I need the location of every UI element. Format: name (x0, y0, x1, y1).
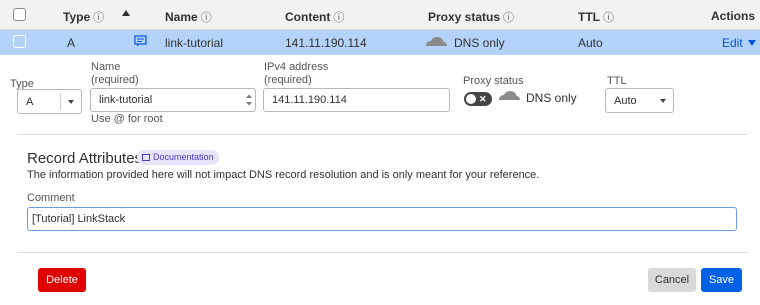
attributes-description: The information provided here will not i… (27, 169, 540, 181)
info-icon: ⓘ (603, 12, 614, 24)
documentation-badge[interactable]: Documentation (137, 150, 219, 165)
info-icon: ⓘ (93, 12, 105, 24)
row-checkbox[interactable] (13, 35, 26, 48)
sort-asc-icon[interactable] (121, 7, 131, 21)
ipv4-input[interactable]: 141.11.190.114 (263, 88, 450, 112)
type-select[interactable]: A (17, 89, 82, 114)
column-name[interactable]: Name ⓘ (165, 9, 212, 25)
section-divider (17, 134, 748, 135)
toggle-knob (466, 94, 476, 104)
row-proxy-status: DNS only (454, 36, 505, 50)
ipv4-required: (required) (264, 74, 312, 86)
column-actions: Actions (711, 9, 756, 23)
comment-label: Comment (27, 192, 75, 204)
comment-input[interactable]: [Tutorial] LinkStack (27, 207, 737, 231)
row-type: A (67, 36, 76, 50)
ttl-select[interactable]: Auto (605, 88, 674, 113)
book-icon (142, 154, 150, 161)
ipv4-input-value: 141.11.190.114 (272, 94, 347, 106)
chevron-down-icon (660, 99, 666, 103)
caret-down-icon (748, 40, 757, 46)
info-icon: ⓘ (200, 12, 212, 24)
stepper-icon[interactable] (245, 93, 253, 110)
comment-icon[interactable] (134, 35, 147, 50)
column-ttl[interactable]: TTL ⓘ (578, 9, 614, 25)
column-type[interactable]: Type ⓘ (63, 9, 104, 25)
table-header: Type ⓘ Name ⓘ Content ⓘ Proxy status ⓘ TTL ⓘ … (0, 0, 760, 30)
proxy-status-label: Proxy status (463, 75, 524, 87)
cloud-gray-icon (423, 34, 449, 51)
comment-input-value: [Tutorial] LinkStack (32, 213, 126, 225)
proxy-toggle[interactable]: ✕ (464, 92, 492, 106)
footer-divider (17, 252, 748, 253)
column-content[interactable]: Content ⓘ (285, 9, 344, 25)
save-button[interactable]: Save (701, 268, 742, 292)
ttl-label: TTL (607, 75, 627, 87)
delete-button[interactable]: Delete (38, 268, 86, 292)
record-attributes-title: Record Attributes (27, 150, 143, 167)
info-icon: ⓘ (333, 12, 345, 24)
name-hint: Use @ for root (91, 113, 163, 125)
cloud-gray-icon (496, 88, 522, 105)
select-all-checkbox[interactable] (13, 8, 26, 21)
row-content: 141.11.190.114 (285, 36, 367, 50)
chevron-down-icon (68, 100, 74, 104)
select-divider (60, 93, 61, 110)
ttl-select-value: Auto (614, 94, 637, 107)
row-name: link-tutorial (165, 36, 224, 50)
name-required: (required) (91, 74, 139, 86)
row-ttl: Auto (578, 36, 603, 50)
cancel-button[interactable]: Cancel (648, 268, 696, 292)
table-row[interactable]: A link-tutorial 141.11.190.114 DNS only … (0, 30, 760, 55)
column-proxy-status[interactable]: Proxy status ⓘ (428, 9, 514, 25)
proxy-status-value: DNS only (526, 91, 577, 105)
name-label: Name (91, 61, 121, 73)
type-select-value: A (26, 95, 34, 108)
info-icon: ⓘ (503, 12, 515, 24)
documentation-label: Documentation (153, 152, 214, 162)
name-input-value: link-tutorial (99, 94, 153, 106)
edit-label: Edit (722, 36, 743, 50)
close-icon: ✕ (479, 94, 487, 104)
ipv4-label: IPv4 address (264, 61, 329, 73)
name-input[interactable]: link-tutorial (90, 88, 256, 112)
edit-link[interactable]: Edit (722, 36, 757, 50)
